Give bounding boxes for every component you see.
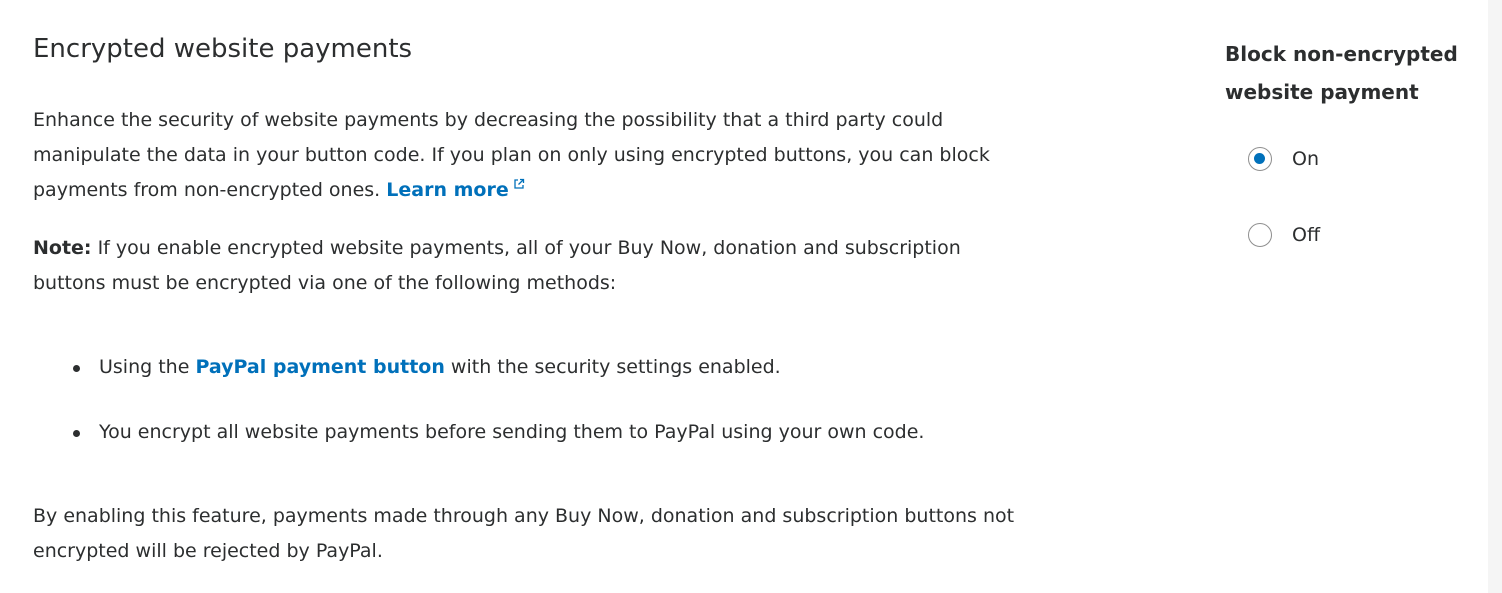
method-1-prefix: Using the [99,356,190,378]
radio-option-off[interactable]: Off [1248,223,1320,247]
scrollbar-track[interactable] [1488,0,1502,593]
note-text: If you enable encrypted website payments… [33,237,961,294]
method-2-text: You encrypt all website payments before … [99,421,925,443]
radio-button-on[interactable] [1248,147,1272,171]
closing-paragraph: By enabling this feature, payments made … [33,505,1015,562]
note-label: Note: [33,237,92,259]
note-paragraph: Note: If you enable encrypted website pa… [33,231,1023,301]
external-link-icon [514,178,524,189]
learn-more-link[interactable]: Learn more [386,178,524,201]
method-1-suffix: with the security settings enabled. [450,356,781,378]
list-item: Using the PayPal payment button with the… [33,350,924,385]
learn-more-label: Learn more [386,179,509,201]
bullet-icon [73,430,80,437]
setting-title: Block non-encrypted website payment [1225,42,1458,104]
radio-option-on[interactable]: On [1248,147,1319,171]
methods-list: Using the PayPal payment button with the… [33,350,924,450]
radio-label-on: On [1292,148,1319,170]
page-title: Encrypted website payments [33,34,413,64]
page: Encrypted website payments Enhance the s… [0,0,1502,593]
bullet-icon [73,365,80,372]
radio-button-off[interactable] [1248,223,1272,247]
paypal-payment-button-link[interactable]: PayPal payment button [195,356,444,378]
radio-label-off: Off [1292,224,1321,246]
intro-paragraph: Enhance the security of website payments… [33,103,1023,208]
list-item: You encrypt all website payments before … [33,415,924,450]
